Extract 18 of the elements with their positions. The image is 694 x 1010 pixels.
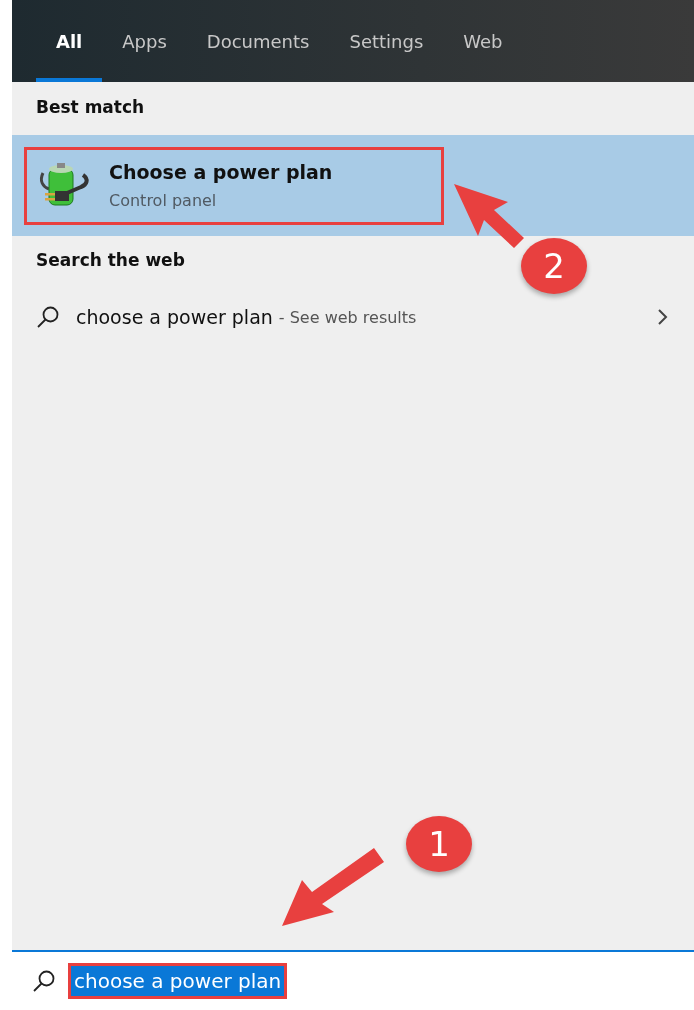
tab[interactable]: Settings xyxy=(329,0,444,82)
result-subtitle: Control panel xyxy=(109,191,218,210)
search-icon xyxy=(32,969,56,993)
tab[interactable]: Documents xyxy=(186,0,330,82)
section-heading: Search the web xyxy=(35,249,185,272)
search-field[interactable]: choose a power plan xyxy=(12,950,694,1010)
web-search-result[interactable]: choose a power plan - See web results xyxy=(12,297,694,337)
search-query: choose a power plan xyxy=(76,306,273,328)
result-title: Choose a power plan xyxy=(109,161,333,183)
see-web-results-text: - See web results xyxy=(278,307,417,327)
section-heading: Best match xyxy=(35,96,145,119)
search-text: choose a power plan xyxy=(68,963,288,999)
tab[interactable]: Web xyxy=(443,0,523,82)
search-icon xyxy=(36,305,60,329)
tab[interactable]: Apps xyxy=(102,0,187,82)
tab[interactable]: All xyxy=(36,0,103,82)
chevron-right-icon xyxy=(658,309,668,325)
best-match-result[interactable]: Choose a power plan Control panel xyxy=(12,135,694,236)
